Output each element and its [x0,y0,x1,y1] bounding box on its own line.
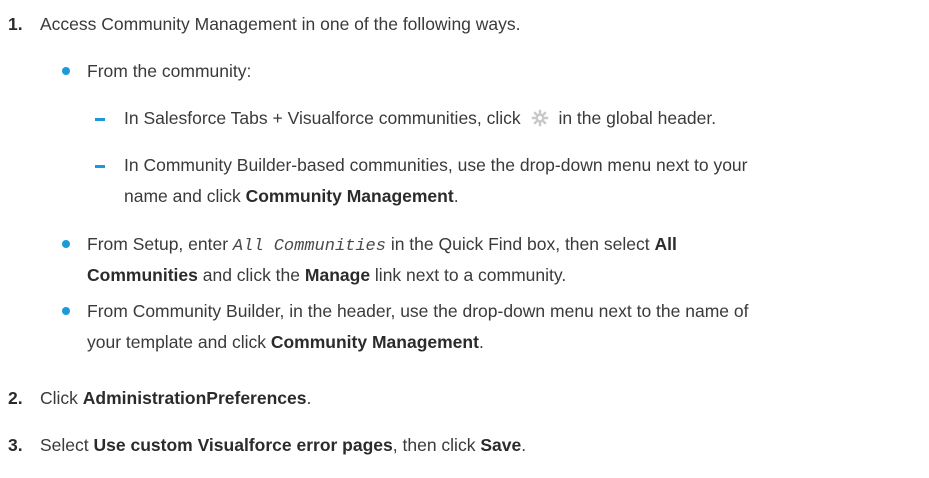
gear-icon [531,109,548,127]
bullet [62,67,70,75]
dash-bullet [95,165,105,168]
step-text: Select Use custom Visualforce error page… [40,435,527,455]
list-item: In Community Builder-based communities, … [124,155,748,175]
dash-bullet [95,118,105,121]
list-item: In Salesforce Tabs + Visualforce communi… [124,108,717,128]
list-item: From the community: [87,61,252,81]
list-item-continuation: name and click Community Management. [124,186,459,206]
list-item: From Community Builder, in the header, u… [87,301,749,321]
list-item-continuation: your template and click Community Manage… [87,332,484,352]
bullet [62,240,70,248]
list-item-continuation: Communities and click the Manage link ne… [87,265,567,285]
code-text: All Communities [232,237,386,256]
step-text: Click AdministrationPreferences. [40,388,312,408]
step-text: Access Community Management in one of th… [40,14,521,34]
step-number: 2. [8,388,23,408]
step-number: 1. [8,14,23,34]
list-item: From Setup, enter All Communities in the… [87,234,677,256]
step-number: 3. [8,435,23,455]
bullet [62,307,70,315]
